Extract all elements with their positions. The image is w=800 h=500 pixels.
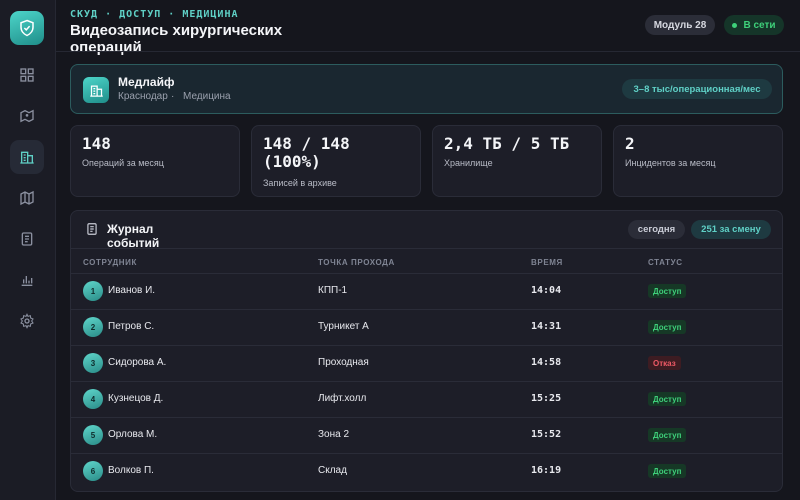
employee-name: Иванов И.	[108, 285, 156, 296]
clinic-separator: ·	[171, 91, 175, 102]
table-row[interactable]: 2 Петров С. Турникет А 14:31 Доступ	[71, 309, 782, 345]
stat-value: 2	[625, 134, 635, 153]
nav-locations[interactable]	[10, 99, 44, 133]
event-time: 16:19	[531, 465, 562, 476]
status-badge: Доступ	[648, 428, 687, 442]
stat-card-storage: 2,4 ТБ / 5 ТБ Хранилище	[432, 125, 602, 197]
avatar: 2	[83, 317, 103, 337]
avatar: 5	[83, 425, 103, 445]
header-divider	[56, 51, 800, 52]
shift-count-badge[interactable]: 251 за смену	[691, 220, 771, 239]
event-time: 14:58	[531, 357, 562, 368]
building-icon	[20, 151, 34, 164]
stat-value: 148	[82, 134, 111, 153]
stat-label: Операций за месяц	[82, 158, 164, 168]
table-row[interactable]: 5 Орлова М. Зона 2 15:52 Доступ	[71, 417, 782, 453]
document-icon	[21, 232, 33, 246]
avatar: 6	[83, 461, 103, 481]
stat-label: Инцидентов за месяц	[625, 158, 716, 168]
clinic-name: Медлайф	[118, 75, 175, 89]
avatar: 1	[83, 281, 103, 301]
status-dot-icon	[732, 22, 738, 28]
table-row[interactable]: 6 Волков П. Склад 16:19 Доступ	[71, 453, 782, 489]
employee-name: Кузнецов Д.	[108, 393, 164, 404]
event-time: 15:52	[531, 429, 562, 440]
stat-value: 2,4 ТБ / 5 ТБ	[444, 134, 570, 153]
filter-today-button[interactable]: сегодня	[628, 220, 685, 239]
avatar: 4	[83, 389, 103, 409]
column-header-employee: СОТРУДНИК	[83, 258, 137, 267]
access-point: Зона 2	[318, 429, 350, 440]
access-point: КПП-1	[318, 285, 348, 296]
stat-card-archive: 148 / 148 (100%) Записей в архиве	[251, 125, 421, 197]
clinic-city: Краснодар	[118, 91, 168, 102]
chart-icon	[21, 276, 33, 286]
nav-dashboard[interactable]	[10, 58, 44, 92]
status-badge: Доступ	[648, 284, 687, 298]
stat-label: Записей в архиве	[263, 178, 337, 188]
column-header-point: ТОЧКА ПРОХОДА	[318, 258, 395, 267]
access-point: Турникет А	[318, 321, 369, 332]
map-icon	[20, 190, 34, 206]
rate-badge: 3–8 тыс/операционная/мес	[622, 79, 772, 99]
shield-icon	[20, 19, 34, 37]
stat-card-operations: 148 Операций за месяц	[70, 125, 240, 197]
shield-logo[interactable]	[10, 11, 44, 45]
employee-name: Петров С.	[108, 321, 155, 332]
sidebar	[0, 0, 56, 500]
event-time: 15:25	[531, 393, 562, 404]
clinic-card[interactable]: Медлайф Краснодар · Медицина 3–8 тыс/опе…	[70, 64, 783, 114]
column-header-time: ВРЕМЯ	[531, 258, 563, 267]
table-row[interactable]: 1 Иванов И. КПП-1 14:04 Доступ	[71, 273, 782, 309]
nav-settings[interactable]	[10, 304, 44, 338]
table-row[interactable]: 3 Сидорова А. Проходная 14:58 Отказ	[71, 345, 782, 381]
status-badge: Доступ	[648, 392, 687, 406]
nav-documents[interactable]	[10, 222, 44, 256]
avatar: 3	[83, 353, 103, 373]
gear-icon	[20, 313, 34, 329]
document-icon	[87, 223, 97, 235]
breadcrumb: СКУД · ДОСТУП · МЕДИЦИНА	[70, 9, 239, 20]
stat-value: 148 / 148 (100%)	[263, 134, 350, 171]
access-point: Проходная	[318, 357, 369, 368]
status-badge: Доступ	[648, 464, 687, 478]
status-badge: Доступ	[648, 320, 687, 334]
nav-map[interactable]	[10, 181, 44, 215]
column-header-status: СТАТУС	[648, 258, 683, 267]
map-pin-icon	[20, 109, 34, 123]
dashboard-icon	[20, 68, 34, 82]
nav-buildings[interactable]	[10, 140, 44, 174]
table-row[interactable]: 4 Кузнецов Д. Лифт.холл 15:25 Доступ	[71, 381, 782, 417]
events-table-body: 1 Иванов И. КПП-1 14:04 Доступ 2 Петров …	[71, 273, 782, 489]
clinic-sector: Медицина	[183, 91, 231, 102]
employee-name: Сидорова А.	[108, 357, 167, 368]
employee-name: Орлова М.	[108, 429, 158, 440]
stat-label: Хранилище	[444, 158, 493, 168]
access-point: Лифт.холл	[318, 393, 367, 404]
status-badge: Отказ	[648, 356, 681, 370]
nav-reports[interactable]	[10, 263, 44, 297]
building-icon	[89, 85, 103, 97]
event-time: 14:04	[531, 285, 562, 296]
stat-card-incidents: 2 Инцидентов за месяц	[613, 125, 783, 197]
journal-title: Журнал событий	[107, 222, 160, 250]
employee-name: Волков П.	[108, 465, 154, 476]
online-status-label: В сети	[743, 19, 776, 31]
table-head-divider	[71, 248, 782, 249]
event-time: 14:31	[531, 321, 562, 332]
access-point: Склад	[318, 465, 347, 476]
module-badge: Модуль 28	[645, 15, 715, 35]
events-journal: Журнал событий сегодня 251 за смену СОТР…	[70, 210, 783, 492]
clinic-icon	[83, 77, 109, 103]
online-status-badge: В сети	[724, 15, 784, 35]
